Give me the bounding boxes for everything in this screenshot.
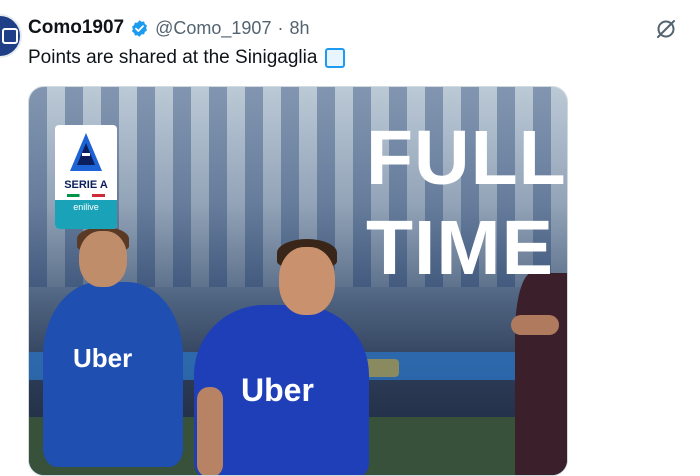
- avatar[interactable]: [0, 14, 22, 58]
- player-left: [43, 282, 183, 467]
- tweet-media-image[interactable]: Uber Uber SERIE A enilive FULL TIME: [28, 86, 568, 476]
- italian-flag-stripe: [67, 194, 105, 197]
- serie-a-mark-icon: [70, 133, 102, 171]
- headline-line-1: FULL: [366, 115, 567, 201]
- player-right: [515, 273, 567, 475]
- tweet-header: Como1907 @Como_1907 · 8h: [28, 16, 309, 40]
- player-left-head: [79, 231, 127, 287]
- square-emoji-icon: [325, 48, 346, 68]
- league-sponsor-label: enilive: [55, 200, 117, 229]
- tweet-text-body: Points are shared at the Sinigaglia: [28, 47, 318, 68]
- shirt-sponsor-left: Uber: [73, 343, 133, 373]
- grok-icon[interactable]: [654, 17, 678, 41]
- separator-dot: ·: [277, 17, 284, 38]
- player-center-head: [279, 247, 335, 315]
- serie-a-logo: SERIE A enilive: [55, 125, 117, 229]
- club-crest-icon: [2, 28, 18, 44]
- author-name[interactable]: Como1907: [28, 17, 124, 39]
- tweet-text: Points are shared at the Sinigaglia: [28, 47, 346, 69]
- serie-a-label: SERIE A: [64, 179, 108, 191]
- tweet-time[interactable]: 8h: [289, 18, 309, 39]
- player-right-arm: [511, 315, 559, 335]
- shirt-sponsor-center: Uber: [241, 372, 314, 408]
- player-center-arm: [197, 387, 223, 475]
- headline-line-2: TIME: [366, 205, 554, 291]
- author-handle[interactable]: @Como_1907: [155, 18, 271, 39]
- full-time-headline: FULL TIME: [366, 113, 567, 293]
- verified-badge-icon: [132, 19, 148, 37]
